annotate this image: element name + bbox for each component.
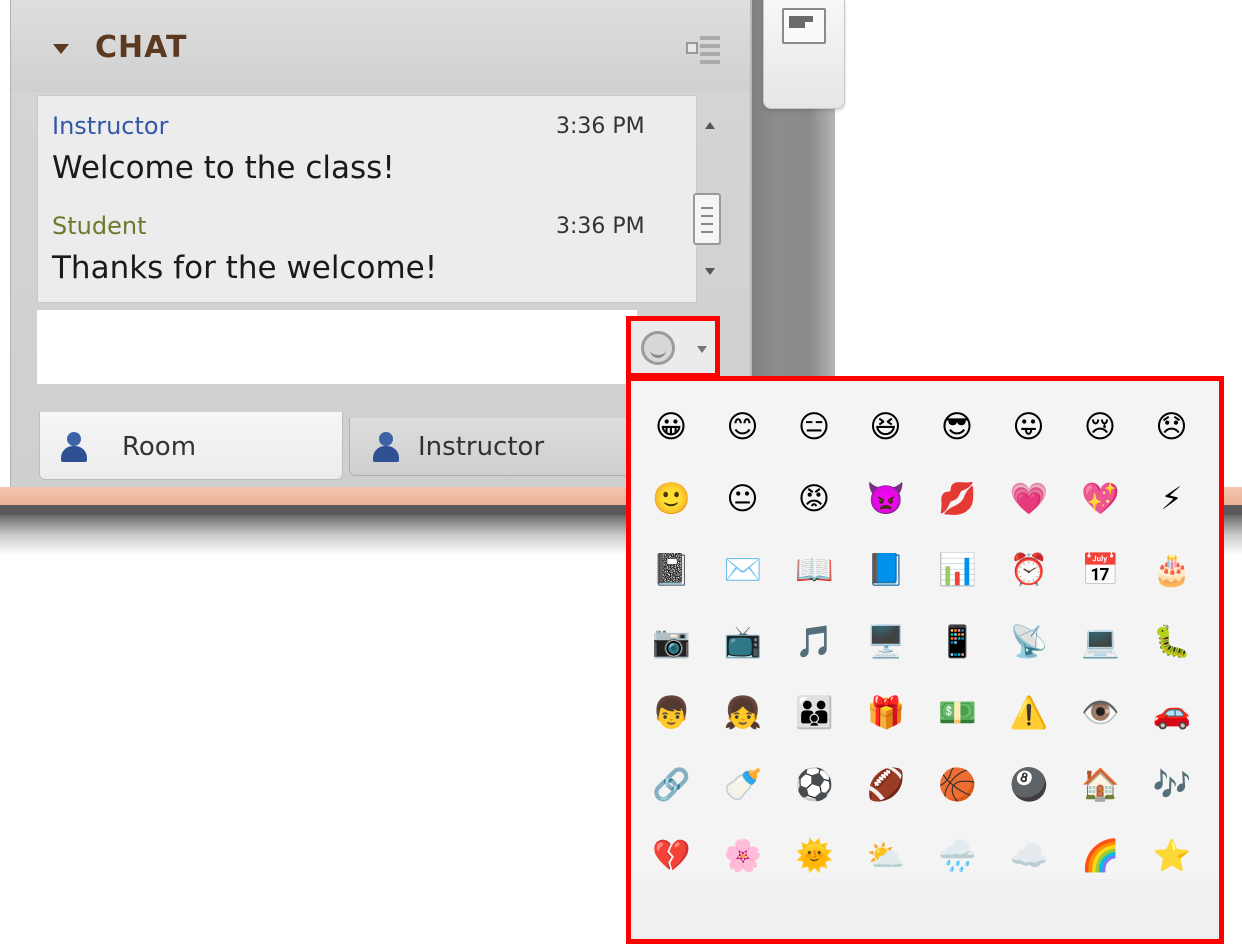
emoji-option[interactable]: 💻 [1081,623,1120,661]
emoji-option[interactable]: ⚡ [1153,480,1191,518]
emoji-option[interactable]: 📱 [938,623,977,661]
emoji-option[interactable]: 🎂 [1153,551,1192,589]
emoji-option[interactable]: 💖 [1081,480,1120,518]
emoji-option[interactable]: ✉️ [724,551,763,589]
emoji-option[interactable]: 🏀 [938,766,977,804]
side-flag-button[interactable] [763,0,845,109]
chevron-down-icon [697,346,707,353]
smiley-icon [641,331,675,365]
user-icon [372,432,400,462]
tab-instructor[interactable]: Instructor [349,418,641,476]
collapse-arrow-icon[interactable] [53,44,69,54]
scrollbar-thumb[interactable] [693,193,721,245]
emoji-option[interactable]: 🏈 [867,766,906,804]
message-sender: Student [52,212,147,240]
emoji-option[interactable]: 🎵 [795,623,834,661]
emoji-option[interactable]: ⚽ [795,766,834,804]
scroll-up-arrow-icon[interactable] [705,122,715,129]
chat-message-list: Instructor 3:36 PM Welcome to the class!… [37,95,697,303]
emoji-option[interactable]: 😐 [724,480,762,518]
emoji-option[interactable]: 💔 [652,837,691,875]
emoji-option[interactable]: 😊 [724,408,762,446]
emoji-palette: 😀 😊 😑 😆 😎 😛 😢 😞 🙂 😐 😡 👿 💋 💗 💖 ⚡ 📓 ✉️ 📖 📘 📊 ⏰ 📅 🎂 📷 📺 🎵 🖥️ 📱 📡 💻 🐛 👦 👧 👪 🎁 💵 ⚠… [626,376,1224,944]
emoji-option[interactable]: 🔗 [652,766,691,804]
emoji-option[interactable]: 📺 [724,623,763,661]
emoji-option[interactable]: 📷 [652,623,691,661]
emoji-picker-button[interactable] [626,316,720,378]
message-text: Thanks for the welcome! [52,250,438,286]
emoji-option[interactable]: 🌞 [795,837,834,875]
emoji-option[interactable]: 🎶 [1153,766,1192,804]
emoji-option[interactable]: 🖥️ [867,623,906,661]
chat-header: CHAT [11,0,750,92]
emoji-option[interactable]: 😡 [795,480,833,518]
emoji-option[interactable]: 😛 [1010,408,1048,446]
emoji-option[interactable]: 🚗 [1153,694,1192,732]
emoji-option[interactable]: 👧 [724,694,763,732]
emoji-option[interactable]: 🎱 [1010,766,1049,804]
emoji-option[interactable]: 💵 [938,694,977,732]
emoji-option[interactable]: 🎁 [867,694,906,732]
emoji-option[interactable]: 😆 [867,408,905,446]
emoji-option[interactable]: 📊 [938,551,977,589]
scroll-down-arrow-icon[interactable] [705,268,715,275]
emoji-option[interactable]: 💋 [938,480,977,518]
message-time: 3:36 PM [556,214,645,239]
emoji-option[interactable]: 🐛 [1153,623,1192,661]
emoji-option[interactable]: 🌈 [1081,837,1120,875]
emoji-option[interactable]: ⭐ [1153,837,1192,875]
emoji-option[interactable]: 🌧️ [938,837,977,875]
emoji-option[interactable]: ☁️ [1010,837,1049,875]
emoji-option[interactable]: 📅 [1081,551,1120,589]
emoji-option[interactable]: 🌸 [724,837,763,875]
emoji-option[interactable]: 🏠 [1081,766,1120,804]
emoji-option[interactable]: 😀 [652,408,690,446]
emoji-option[interactable]: 📡 [1010,623,1049,661]
tab-instructor-label: Instructor [418,432,545,462]
emoji-option[interactable]: 💗 [1010,480,1049,518]
emoji-option[interactable]: ⏰ [1010,551,1049,589]
chat-message-input[interactable] [37,310,637,384]
emoji-option[interactable]: 👿 [867,480,906,518]
emoji-option[interactable]: 📓 [652,551,691,589]
emoji-option[interactable]: ⛅ [867,837,906,875]
emoji-option[interactable]: 👪 [795,694,834,732]
emoji-option[interactable]: 👦 [652,694,691,732]
chat-title: CHAT [95,30,188,65]
emoji-option[interactable]: ⚠️ [1010,694,1049,732]
emoji-option[interactable]: 😎 [938,408,976,446]
emoji-option[interactable]: 😢 [1081,408,1119,446]
user-icon [60,432,88,462]
emoji-option[interactable]: 😑 [795,408,833,446]
tab-room-label: Room [122,432,197,462]
emoji-option[interactable]: 😞 [1153,408,1191,446]
emoji-palette-footer [631,879,1219,939]
flag-icon [782,8,826,44]
emoji-option[interactable]: 🙂 [652,480,691,518]
emoji-option[interactable]: 📖 [795,551,834,589]
emoji-option[interactable]: 👁️ [1081,694,1120,732]
tab-room[interactable]: Room [39,412,343,480]
message-time: 3:36 PM [556,114,645,139]
emoji-option[interactable]: 🍼 [724,766,763,804]
message-sender: Instructor [52,112,169,140]
message-text: Welcome to the class! [52,150,395,186]
emoji-option[interactable]: 📘 [867,551,906,589]
popout-icon[interactable] [686,32,722,64]
